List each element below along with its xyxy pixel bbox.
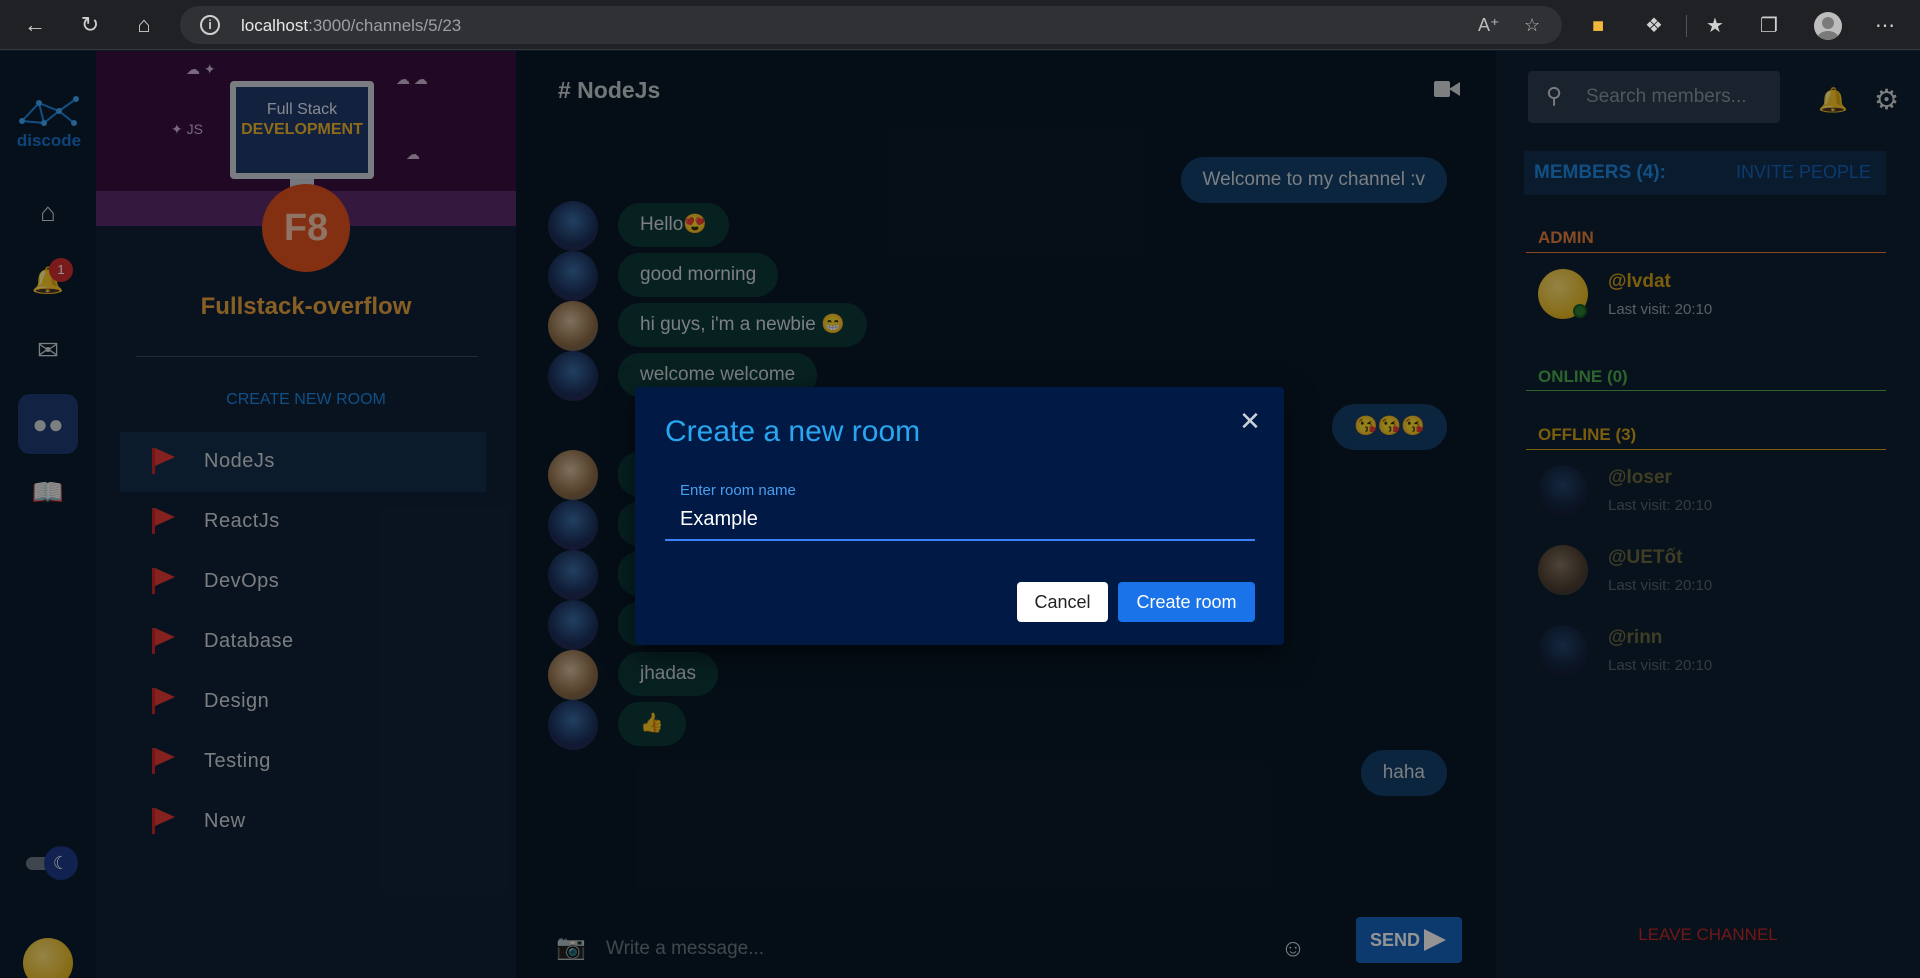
address-bar[interactable]: i localhost:3000/channels/5/23 A⁺ ☆ — [180, 6, 1562, 44]
browser-toolbar: ← ↻ ⌂ i localhost:3000/channels/5/23 A⁺ … — [0, 0, 1920, 50]
app-root: ← ↻ ⌂ i localhost:3000/channels/5/23 A⁺ … — [0, 0, 1920, 978]
favorites-icon[interactable]: ★ — [1701, 12, 1729, 40]
extension-icon[interactable]: ■ — [1584, 12, 1612, 40]
dialog-title: Create a new room — [665, 415, 921, 448]
collections-icon[interactable]: ❐ — [1755, 12, 1783, 40]
extensions-puzzle-icon[interactable]: ❖ — [1640, 12, 1668, 40]
profile-avatar[interactable] — [1814, 12, 1842, 40]
read-aloud-icon[interactable]: A⁺ — [1478, 15, 1500, 36]
url-text: localhost:3000/channels/5/23 — [241, 16, 462, 35]
room-name-input[interactable] — [665, 499, 1255, 541]
reload-icon[interactable]: ↻ — [75, 10, 105, 40]
site-info-icon[interactable]: i — [200, 15, 220, 35]
home-icon[interactable]: ⌂ — [129, 10, 159, 40]
back-icon[interactable]: ← — [20, 10, 50, 40]
add-favorite-icon[interactable]: ☆ — [1524, 15, 1540, 36]
room-name-label: Enter room name — [680, 482, 796, 499]
toolbar-divider — [1686, 15, 1687, 37]
create-room-button[interactable]: Create room — [1118, 582, 1255, 622]
cancel-button[interactable]: Cancel — [1017, 582, 1108, 622]
more-menu-icon[interactable]: ⋯ — [1871, 12, 1899, 40]
close-icon[interactable]: ✕ — [1238, 408, 1262, 434]
create-room-dialog: Create a new room ✕ Enter room name Canc… — [635, 387, 1284, 645]
